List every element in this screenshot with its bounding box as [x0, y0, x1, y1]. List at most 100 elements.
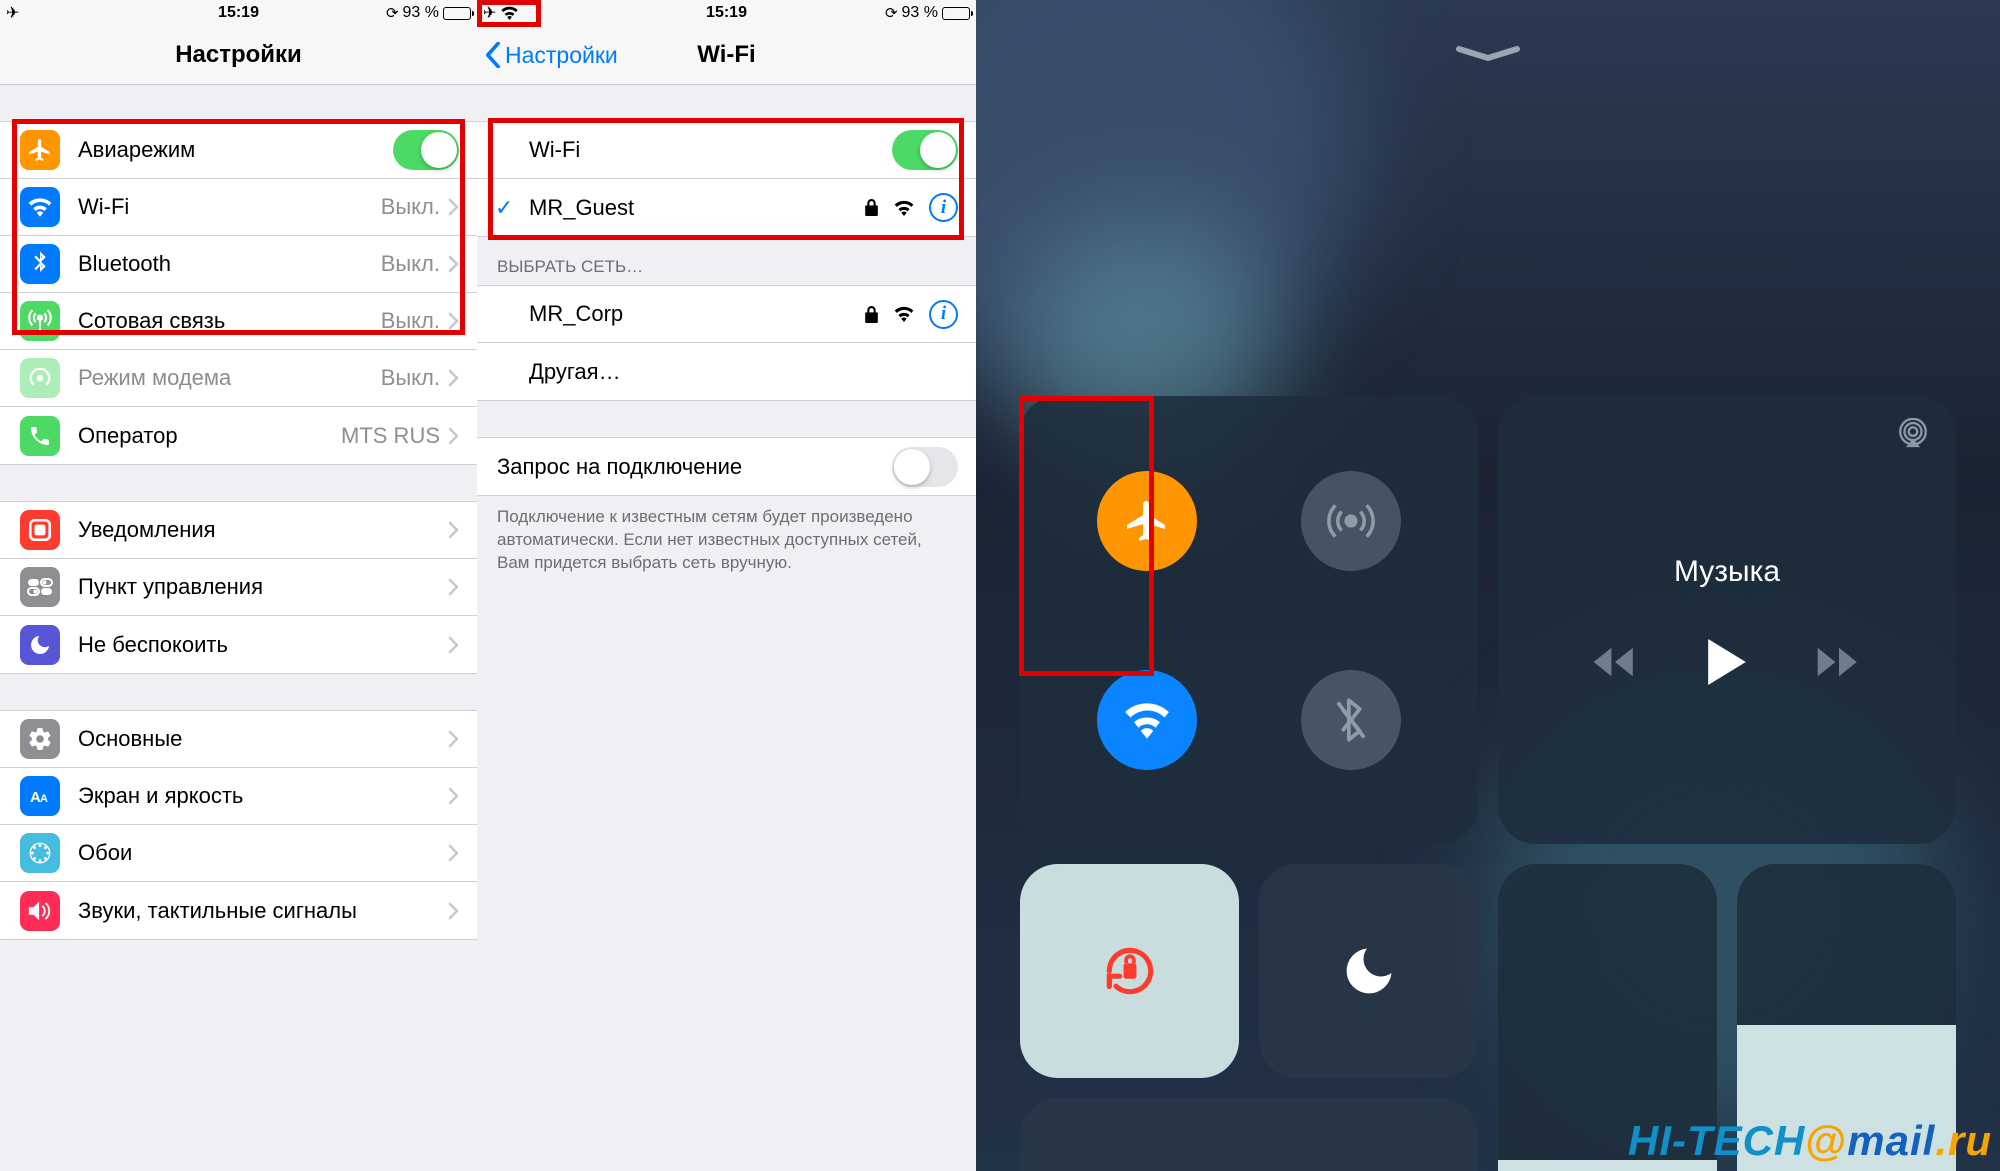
cellular-toggle[interactable] [1301, 471, 1401, 571]
controlcenter-icon [20, 567, 60, 607]
network-name: MR_Corp [529, 301, 864, 327]
settings-row-general[interactable]: Основные [0, 711, 477, 768]
chevron-icon [448, 844, 459, 862]
settings-row-display[interactable]: AAЭкран и яркость [0, 768, 477, 825]
row-value: Выкл. [381, 194, 440, 220]
chevron-icon [448, 730, 459, 748]
page-title: Настройки [175, 41, 302, 69]
other-network-row[interactable]: Другая… [477, 343, 976, 400]
wifi-signal-icon [893, 306, 915, 322]
chevron-icon [448, 255, 459, 273]
chevron-icon [448, 578, 459, 596]
airplane-icon: ✈ [6, 3, 19, 23]
settings-screen: ✈ 15:19 ⟳ 93 % Настройки АвиарежимWi-FiВ… [0, 0, 477, 1171]
control-center: Музыка [976, 0, 2000, 1171]
back-button[interactable]: Настройки [485, 42, 618, 69]
rotation-lock-tile[interactable] [1020, 864, 1239, 1078]
svg-text:A: A [40, 793, 48, 805]
row-label: Звуки, тактильные сигналы [78, 898, 440, 924]
other-label: Другая… [529, 359, 958, 385]
row-value: Выкл. [381, 308, 440, 334]
display-icon: AA [20, 776, 60, 816]
ask-to-join-group: Запрос на подключение [477, 437, 976, 496]
airplane-icon [20, 130, 60, 170]
choose-network-header: ВЫБРАТЬ СЕТЬ… [477, 237, 976, 285]
wifi-label: Wi-Fi [529, 137, 892, 163]
settings-row-dnd[interactable]: Не беспокоить [0, 616, 477, 673]
dnd-tile[interactable] [1259, 864, 1478, 1078]
toggle-switch[interactable] [393, 130, 459, 170]
lock-icon [864, 198, 879, 217]
sounds-icon [20, 891, 60, 931]
general-icon [20, 719, 60, 759]
row-value: Выкл. [381, 365, 440, 391]
battery-icon [942, 7, 970, 20]
settings-row-airplane[interactable]: Авиарежим [0, 122, 477, 179]
bluetooth-toggle[interactable] [1301, 670, 1401, 770]
ask-to-join-row[interactable]: Запрос на подключение [477, 438, 976, 495]
connected-network-row[interactable]: ✓ MR_Guest i [477, 179, 976, 236]
info-button[interactable]: i [929, 300, 958, 329]
wifi-toggle-group: Wi-Fi ✓ MR_Guest i [477, 121, 976, 237]
checkmark-icon: ✓ [495, 195, 513, 221]
settings-row-notifications[interactable]: Уведомления [0, 502, 477, 559]
airplane-toggle[interactable] [1097, 471, 1197, 571]
battery-icon [443, 7, 471, 20]
row-label: Wi-Fi [78, 194, 381, 220]
row-label: Оператор [78, 423, 341, 449]
chevron-icon [448, 521, 459, 539]
cellular-icon [20, 301, 60, 341]
settings-row-sounds[interactable]: Звуки, тактильные сигналы [0, 882, 477, 939]
back-label: Настройки [505, 42, 618, 69]
info-button[interactable]: i [929, 193, 958, 222]
settings-row-bluetooth[interactable]: BluetoothВыкл. [0, 236, 477, 293]
battery-percent: 93 % [902, 4, 938, 22]
settings-row-wallpaper[interactable]: Обои [0, 825, 477, 882]
settings-row-wifi[interactable]: Wi-FiВыкл. [0, 179, 477, 236]
hotspot-icon [20, 358, 60, 398]
chevron-icon [448, 636, 459, 654]
row-label: Не беспокоить [78, 632, 440, 658]
status-bar: ✈ 15:19 ⟳ 93 % [0, 0, 477, 26]
battery-percent: 93 % [403, 4, 439, 22]
prev-track-icon[interactable] [1593, 646, 1637, 678]
connectivity-group: АвиарежимWi-FiВыкл.BluetoothВыкл.Сотовая… [0, 121, 477, 465]
wifi-toggle-row[interactable]: Wi-Fi [477, 122, 976, 179]
next-track-icon[interactable] [1817, 646, 1861, 678]
wifi-signal-icon [893, 200, 915, 216]
settings-row-phone[interactable]: ОператорMTS RUS [0, 407, 477, 464]
airplane-icon: ✈ [483, 3, 496, 23]
chevron-icon [448, 198, 459, 216]
chevron-icon [448, 312, 459, 330]
row-label: Авиарежим [78, 137, 393, 163]
grabber-icon[interactable] [1453, 44, 1523, 64]
settings-row-cellular[interactable]: Сотовая связьВыкл. [0, 293, 477, 350]
media-title: Музыка [1674, 555, 1780, 589]
row-label: Сотовая связь [78, 308, 381, 334]
settings-row-hotspot[interactable]: Режим модемаВыкл. [0, 350, 477, 407]
screen-mirroring-tile[interactable]: Повтор экрана [1020, 1098, 1478, 1171]
media-tile[interactable]: Музыка [1498, 396, 1956, 844]
wifi-signal-icon [500, 6, 519, 20]
notifications-icon [20, 510, 60, 550]
airplay-icon[interactable] [1896, 418, 1930, 448]
wifi-toggle[interactable] [1097, 670, 1197, 770]
general-group: ОсновныеAAЭкран и яркостьОбои Звуки, такт… [0, 710, 477, 940]
row-label: Bluetooth [78, 251, 381, 277]
settings-row-controlcenter[interactable]: Пункт управления [0, 559, 477, 616]
page-title: Wi-Fi [697, 41, 755, 69]
ask-label: Запрос на подключение [497, 454, 892, 480]
rotation-lock-icon: ⟳ [885, 4, 898, 22]
nav-bar: Настройки Wi-Fi [477, 26, 976, 85]
chevron-icon [448, 902, 459, 920]
network-row[interactable]: MR_Corp i [477, 286, 976, 343]
chevron-icon [448, 787, 459, 805]
play-icon[interactable] [1707, 639, 1747, 685]
wifi-screen: ✈ 15:19 ⟳ 93 % Настройки Wi-Fi Wi-Fi ✓ M… [477, 0, 976, 1171]
notifications-group: УведомленияПункт управления Не беспокоить [0, 501, 477, 674]
wifi-switch[interactable] [892, 130, 958, 170]
wifi-icon [20, 187, 60, 227]
ask-switch[interactable] [892, 447, 958, 487]
networks-group: MR_Corp i Другая… [477, 285, 976, 401]
bluetooth-icon [20, 244, 60, 284]
